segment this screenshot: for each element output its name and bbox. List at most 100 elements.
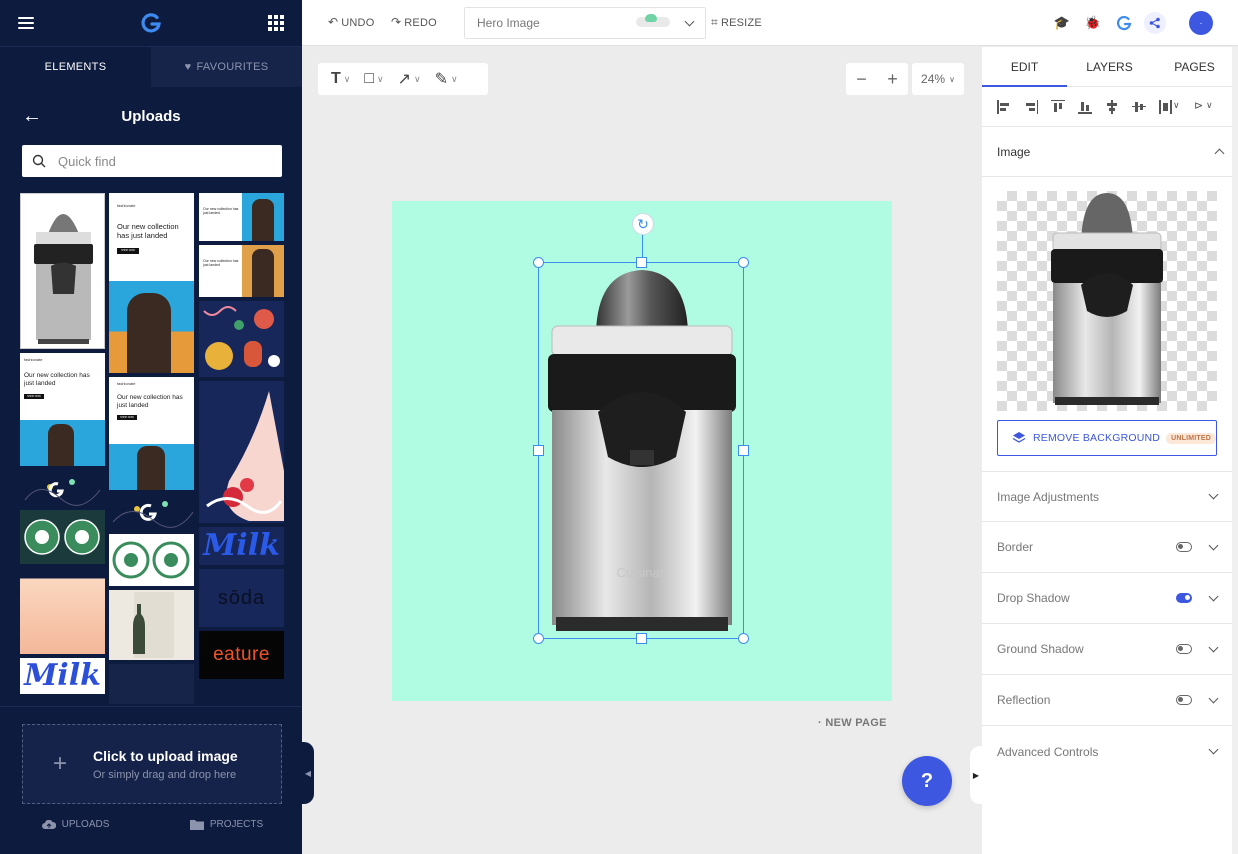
graduation-cap-icon[interactable]: 🎓 [1051, 12, 1073, 34]
back-arrow-icon[interactable]: ← [22, 105, 42, 128]
brand-logo-icon[interactable] [1113, 12, 1135, 34]
resize-handle-top-left[interactable] [533, 257, 544, 268]
align-center-horizontal-icon[interactable] [1105, 99, 1119, 114]
zoom-level-dropdown[interactable]: 24% ∨ [912, 63, 964, 95]
right-panel-collapse-toggle[interactable]: ▶ [970, 746, 982, 804]
resize-handle-right[interactable] [738, 445, 749, 456]
thumb-newsletter-1[interactable]: fashionate Our new collection has just l… [109, 193, 194, 373]
right-panel-tabs: EDIT LAYERS PAGES [982, 47, 1238, 87]
resize-button[interactable]: ⌗ RESIZE [711, 15, 762, 30]
bug-icon[interactable]: 🐞 [1082, 12, 1104, 34]
align-left-icon[interactable] [997, 99, 1011, 114]
thumb-soda[interactable]: sōda [199, 569, 284, 627]
thumb-pattern[interactable] [199, 301, 284, 377]
thumb-strawberry-milk[interactable] [199, 381, 284, 523]
tab-layers[interactable]: LAYERS [1067, 47, 1152, 86]
panel-header: ← Uploads [0, 87, 302, 145]
plus-icon: + [53, 750, 68, 777]
chevron-down-icon [1208, 693, 1219, 703]
thumb-gradient-wave[interactable] [20, 568, 105, 654]
thumb-logo-dark-2[interactable] [109, 494, 194, 530]
apps-grid-icon[interactable] [268, 15, 284, 31]
chevron-down-icon: ∨ [343, 73, 351, 84]
crop-icon: ⌗ [711, 15, 718, 29]
thumb-badges[interactable] [20, 510, 105, 564]
section-image-adjustments[interactable]: Image Adjustments [982, 471, 1232, 522]
unlimited-badge: UNLIMITED [1166, 432, 1216, 444]
pen-tool[interactable]: ✎ ∨ [430, 66, 463, 92]
upload-area: + Click to upload image Or simply drag a… [0, 706, 302, 854]
thumb-milk-logo[interactable]: Milk [20, 658, 105, 694]
document-name-dropdown[interactable]: Hero Image [464, 7, 706, 39]
tab-favourites[interactable]: ♥ FAVOURITES [151, 47, 302, 87]
flip-icon[interactable]: ⊳ ∨ [1194, 100, 1216, 114]
border-toggle[interactable] [1176, 542, 1192, 552]
chevron-down-icon [1208, 642, 1219, 652]
thumb-mini-newsletter-2[interactable]: Our new collection has just landed [199, 245, 284, 297]
scrollbar-track[interactable] [1232, 47, 1238, 854]
alignment-toolbar: ∨ ⊳ ∨ [982, 87, 1238, 127]
thumb-mini-newsletter-1[interactable]: Our new collection has just landed [199, 193, 284, 241]
upload-thumbnail-grid: fashionate Our new collection has just l… [20, 193, 284, 705]
chevron-up-icon [1214, 148, 1225, 159]
redo-button[interactable]: ↷ REDO [391, 15, 437, 29]
help-button[interactable]: ? [902, 756, 952, 806]
section-ground-shadow[interactable]: Ground Shadow [982, 624, 1232, 675]
thumb-eature[interactable]: eature [199, 631, 284, 679]
distribute-icon[interactable]: ∨ [1159, 99, 1181, 114]
thumb-milk-blue[interactable]: Milk [199, 527, 284, 565]
app-logo[interactable] [140, 12, 162, 34]
thumb-badges-light[interactable] [109, 534, 194, 586]
shape-tool[interactable]: □ ∨ [359, 66, 388, 92]
cloud-upload-icon [41, 819, 56, 829]
resize-handle-bottom-right[interactable] [738, 633, 749, 644]
chevron-down-icon: ∨ [949, 74, 955, 84]
section-border[interactable]: Border [982, 522, 1232, 573]
user-avatar[interactable]: · [1189, 11, 1213, 35]
tab-edit[interactable]: EDIT [982, 47, 1067, 87]
resize-handle-bottom[interactable] [636, 633, 647, 644]
footer-uploads[interactable]: UPLOADS [0, 819, 151, 830]
zoom-in-button[interactable]: + [887, 69, 898, 90]
image-section-header[interactable]: Image [982, 127, 1238, 177]
upload-dropzone[interactable]: + Click to upload image Or simply drag a… [22, 724, 282, 804]
thumb-newsletter-3[interactable]: fashionate Our new collection has just l… [109, 377, 194, 490]
tab-pages[interactable]: PAGES [1152, 47, 1237, 86]
upload-subtitle: Or simply drag and drop here [93, 768, 237, 781]
align-bottom-icon[interactable] [1078, 100, 1092, 114]
text-tool[interactable]: T ∨ [326, 66, 355, 92]
share-icon[interactable] [1144, 12, 1166, 34]
tab-elements[interactable]: ELEMENTS [0, 47, 151, 87]
arrow-tool[interactable]: ↗ ∨ [393, 66, 426, 92]
align-top-icon[interactable] [1051, 99, 1065, 114]
resize-handle-top-right[interactable] [738, 257, 749, 268]
section-reflection[interactable]: Reflection [982, 675, 1232, 726]
thumb-newsletter-2[interactable]: fashionate Our new collection has just l… [20, 353, 105, 466]
footer-projects[interactable]: PROJECTS [151, 819, 302, 830]
section-advanced-controls[interactable]: Advanced Controls [982, 726, 1232, 777]
juicer-thumbnail [34, 214, 93, 344]
thumb-juicer[interactable] [20, 193, 105, 349]
thumb-dark-tile[interactable] [109, 664, 194, 704]
zoom-out-button[interactable]: − [856, 69, 867, 90]
undo-button[interactable]: ↶ UNDO [328, 15, 374, 29]
hamburger-menu-icon[interactable] [18, 17, 34, 29]
thumb-logo-dark[interactable] [20, 470, 105, 506]
align-center-vertical-icon[interactable] [1132, 100, 1146, 114]
search-input[interactable] [58, 153, 258, 169]
search-icon [32, 154, 46, 168]
resize-handle-bottom-left[interactable] [533, 633, 544, 644]
resize-handle-top[interactable] [636, 257, 647, 268]
resize-handle-left[interactable] [533, 445, 544, 456]
ground-shadow-toggle[interactable] [1176, 644, 1192, 654]
rotate-handle[interactable]: ↻ [632, 213, 654, 235]
remove-background-button[interactable]: REMOVE BACKGROUND UNLIMITED [997, 420, 1217, 456]
reflection-toggle[interactable] [1176, 695, 1192, 705]
sidebar-collapse-toggle[interactable]: ◀ [302, 742, 314, 804]
chevron-down-icon [1208, 744, 1219, 755]
section-drop-shadow[interactable]: Drop Shadow [982, 573, 1232, 624]
new-page-button[interactable]: · NEW PAGE [818, 717, 887, 729]
align-right-icon[interactable] [1024, 99, 1038, 114]
thumb-wine-bottle[interactable] [109, 590, 194, 660]
drop-shadow-toggle[interactable] [1176, 593, 1192, 603]
